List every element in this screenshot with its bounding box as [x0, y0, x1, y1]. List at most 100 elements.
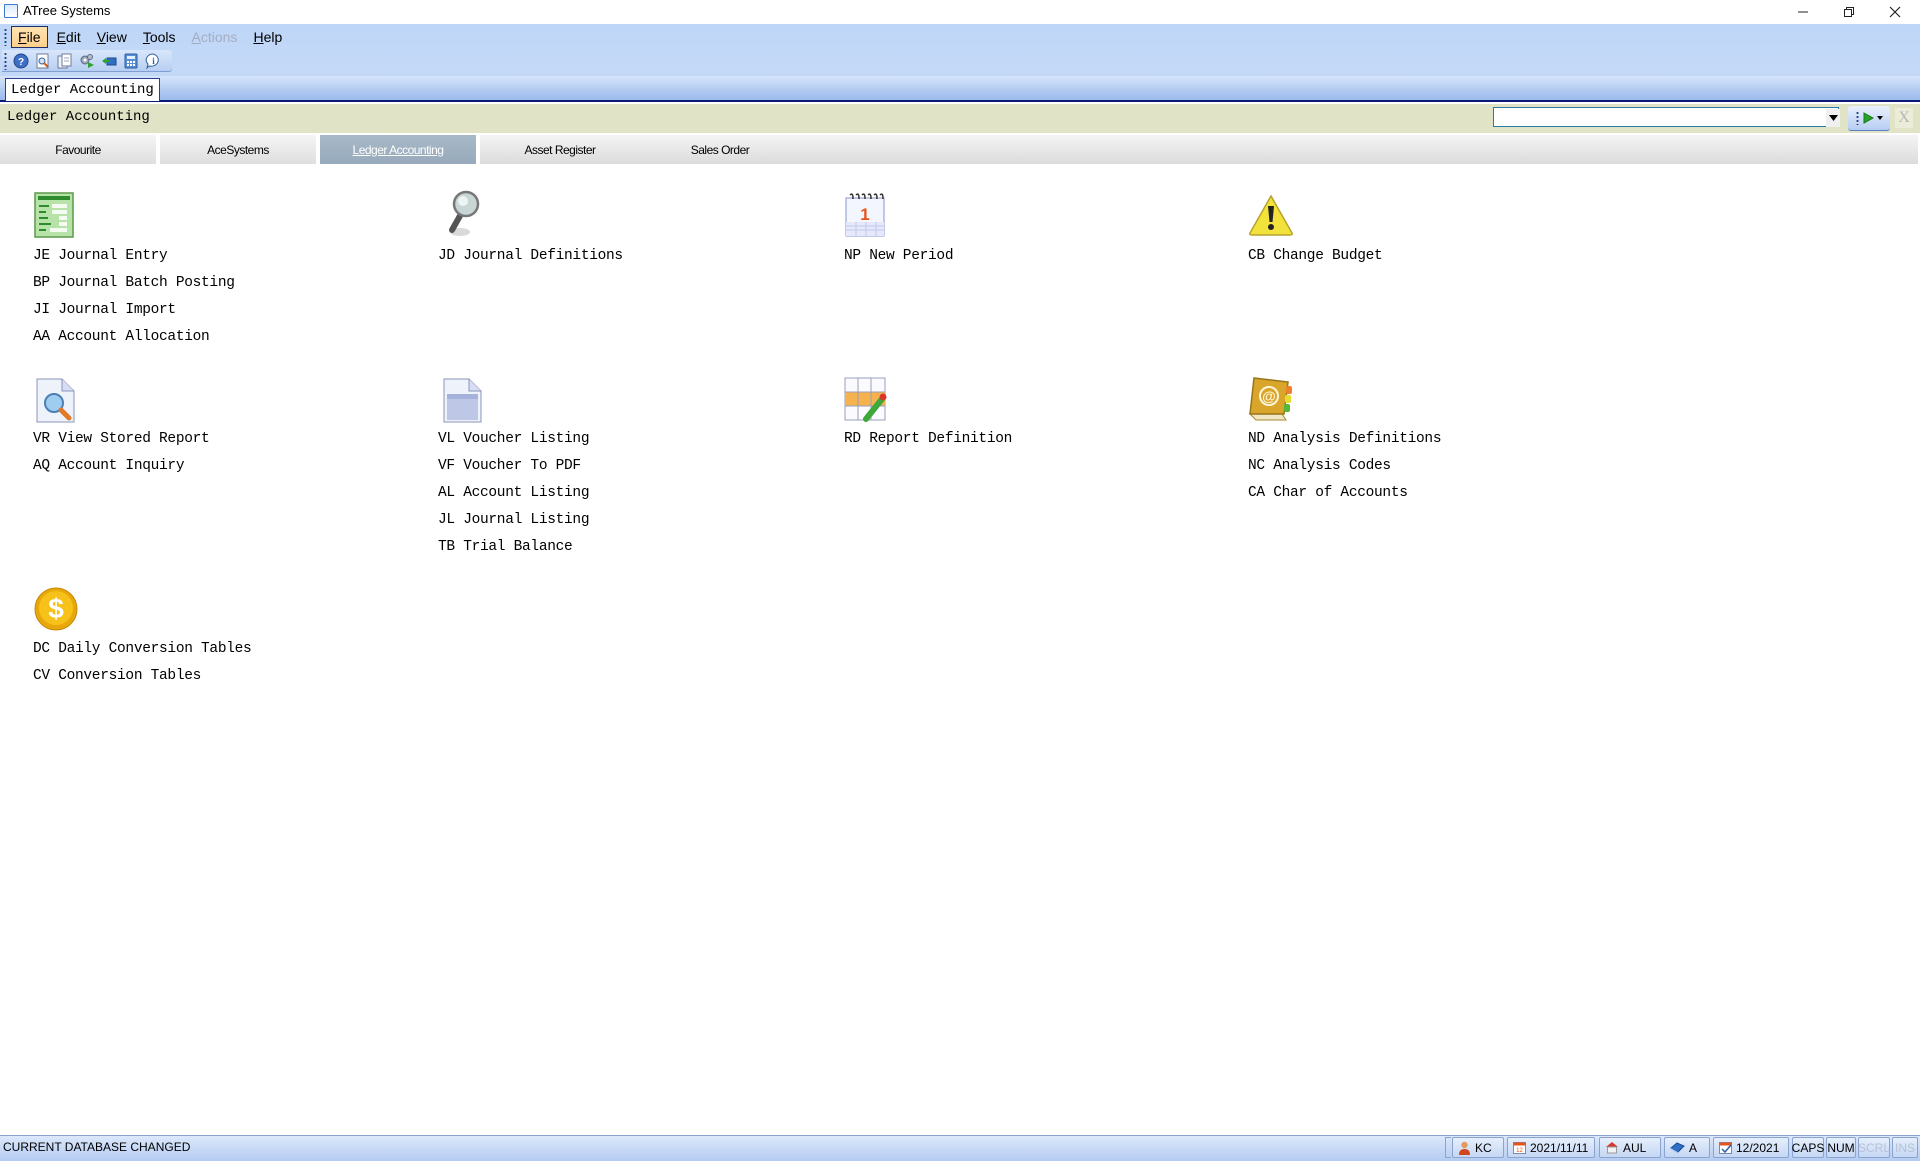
- menu-help[interactable]: Help: [246, 26, 289, 48]
- help-button[interactable]: ?: [11, 51, 31, 71]
- address-book-icon[interactable]: @: [1246, 376, 1292, 422]
- menu-link-je[interactable]: JE Journal Entry: [33, 248, 168, 264]
- copy-document-icon: [57, 53, 72, 69]
- tab-favourite[interactable]: Favourite: [0, 135, 160, 164]
- dollar-coin-icon[interactable]: $: [34, 587, 80, 633]
- status-num: NUM: [1826, 1137, 1856, 1158]
- tab-asset-register[interactable]: Asset Register: [480, 135, 640, 164]
- house-icon: [1606, 1142, 1618, 1154]
- calendar-icon[interactable]: 1: [844, 192, 890, 238]
- menu-link-al[interactable]: AL Account Listing: [438, 485, 590, 501]
- restore-icon: [1844, 7, 1854, 17]
- tab-sales-order[interactable]: Sales Order: [640, 135, 800, 164]
- module-tabs: Favourite AceSystems Ledger Accounting A…: [0, 135, 1918, 164]
- switch-database-icon: [102, 57, 117, 66]
- tab-ledger-accounting[interactable]: Ledger Accounting: [320, 135, 480, 164]
- menubar-grip[interactable]: [4, 27, 7, 46]
- menu-link-rd[interactable]: RD Report Definition: [844, 431, 1012, 447]
- svg-text:1: 1: [860, 205, 869, 224]
- help-icon: ?: [13, 53, 29, 69]
- document-search-icon[interactable]: [36, 378, 82, 424]
- info-icon: i: [145, 53, 159, 69]
- menu-link-cb[interactable]: CB Change Budget: [1248, 248, 1383, 264]
- restore-button[interactable]: [1826, 0, 1872, 24]
- menu-link-nc[interactable]: NC Analysis Codes: [1248, 458, 1391, 474]
- toolbar-grip[interactable]: [4, 52, 7, 70]
- document-tab-strip: [0, 76, 1920, 102]
- run-command-button[interactable]: [1848, 106, 1890, 131]
- tab-acesystems[interactable]: AceSystems: [160, 135, 320, 164]
- warning-icon[interactable]: [1248, 194, 1294, 240]
- status-scrl: SCRL: [1858, 1137, 1890, 1158]
- menu-link-aq[interactable]: AQ Account Inquiry: [33, 458, 185, 474]
- menu-link-cv[interactable]: CV Conversion Tables: [33, 668, 201, 684]
- calendar-check-icon: [1719, 1142, 1732, 1154]
- menu-tools[interactable]: Tools: [136, 26, 183, 48]
- minimize-icon: [1798, 11, 1808, 13]
- user-icon: [1459, 1141, 1470, 1155]
- svg-text:$: $: [48, 593, 64, 624]
- close-module-button[interactable]: X: [1895, 108, 1913, 128]
- switch-database-button[interactable]: [99, 51, 119, 71]
- status-period: 12/2021: [1713, 1137, 1789, 1158]
- magnifier-icon[interactable]: [444, 190, 490, 236]
- status-caps: CAPS: [1792, 1137, 1824, 1158]
- close-icon: [1889, 6, 1901, 18]
- menu-link-jl[interactable]: JL Journal Listing: [438, 512, 590, 528]
- menu-file[interactable]: File: [11, 25, 48, 48]
- calculator-button[interactable]: [121, 51, 141, 71]
- run-grip: [1855, 111, 1859, 125]
- menubar: File Edit View Tools Actions Help: [4, 24, 291, 49]
- play-icon: [1863, 112, 1874, 124]
- book-icon: [1670, 1141, 1685, 1153]
- menu-link-vf[interactable]: VF Voucher To PDF: [438, 458, 581, 474]
- info-button[interactable]: i: [143, 51, 163, 71]
- menu-link-nd[interactable]: ND Analysis Definitions: [1248, 431, 1442, 447]
- menu-actions: Actions: [191, 28, 238, 45]
- settings-run-button[interactable]: [77, 51, 97, 71]
- document-tab-ledger-accounting[interactable]: Ledger Accounting: [5, 78, 160, 101]
- print-preview-icon: [36, 53, 49, 69]
- document-icon[interactable]: [443, 378, 489, 424]
- menu-link-tb[interactable]: TB Trial Balance: [438, 539, 573, 555]
- menu-link-vr[interactable]: VR View Stored Report: [33, 431, 210, 447]
- status-user: KC: [1452, 1137, 1504, 1158]
- calculator-icon: [124, 53, 138, 69]
- menu-link-aa[interactable]: AA Account Allocation: [33, 329, 210, 345]
- status-message: CURRENT DATABASE CHANGED: [3, 1140, 191, 1154]
- journal-form-icon[interactable]: [34, 192, 80, 238]
- menu-link-dc[interactable]: DC Daily Conversion Tables: [33, 641, 252, 657]
- menu-edit[interactable]: Edit: [50, 26, 88, 48]
- app-icon: [4, 4, 18, 18]
- status-ins: INS: [1892, 1137, 1918, 1158]
- menu-link-vl[interactable]: VL Voucher Listing: [438, 431, 590, 447]
- copy-document-button[interactable]: [55, 51, 75, 71]
- window-title: ATree Systems: [23, 3, 111, 18]
- menu-link-bp[interactable]: BP Journal Batch Posting: [33, 275, 235, 291]
- module-title: Ledger Accounting: [7, 109, 150, 125]
- menu-link-np[interactable]: NP New Period: [844, 248, 954, 264]
- menu-link-jd[interactable]: JD Journal Definitions: [438, 248, 623, 264]
- status-date: 12 2021/11/11: [1507, 1137, 1595, 1158]
- toolbar: ? i: [2, 50, 172, 72]
- menu-link-ca[interactable]: CA Char of Accounts: [1248, 485, 1408, 501]
- settings-run-icon: [80, 54, 94, 68]
- status-ledger: A: [1664, 1137, 1710, 1158]
- status-company: AUL: [1599, 1137, 1661, 1158]
- chevron-down-icon: [1876, 116, 1883, 120]
- close-window-button[interactable]: [1872, 0, 1918, 24]
- chevron-down-icon: [1828, 115, 1838, 121]
- minimize-button[interactable]: [1780, 0, 1826, 24]
- svg-text:12: 12: [1516, 1148, 1523, 1154]
- title-bar: [0, 0, 1920, 24]
- command-search-dropdown[interactable]: [1826, 109, 1840, 127]
- print-preview-button[interactable]: [33, 51, 53, 71]
- command-search-input[interactable]: [1493, 107, 1839, 127]
- svg-text:@: @: [1262, 388, 1276, 404]
- grid-edit-icon[interactable]: [844, 377, 890, 423]
- menu-view[interactable]: View: [90, 26, 134, 48]
- calendar-small-icon: 12: [1513, 1142, 1526, 1154]
- status-divider: [1445, 1137, 1451, 1158]
- menu-link-ji[interactable]: JI Journal Import: [33, 302, 176, 318]
- svg-text:?: ?: [18, 57, 24, 68]
